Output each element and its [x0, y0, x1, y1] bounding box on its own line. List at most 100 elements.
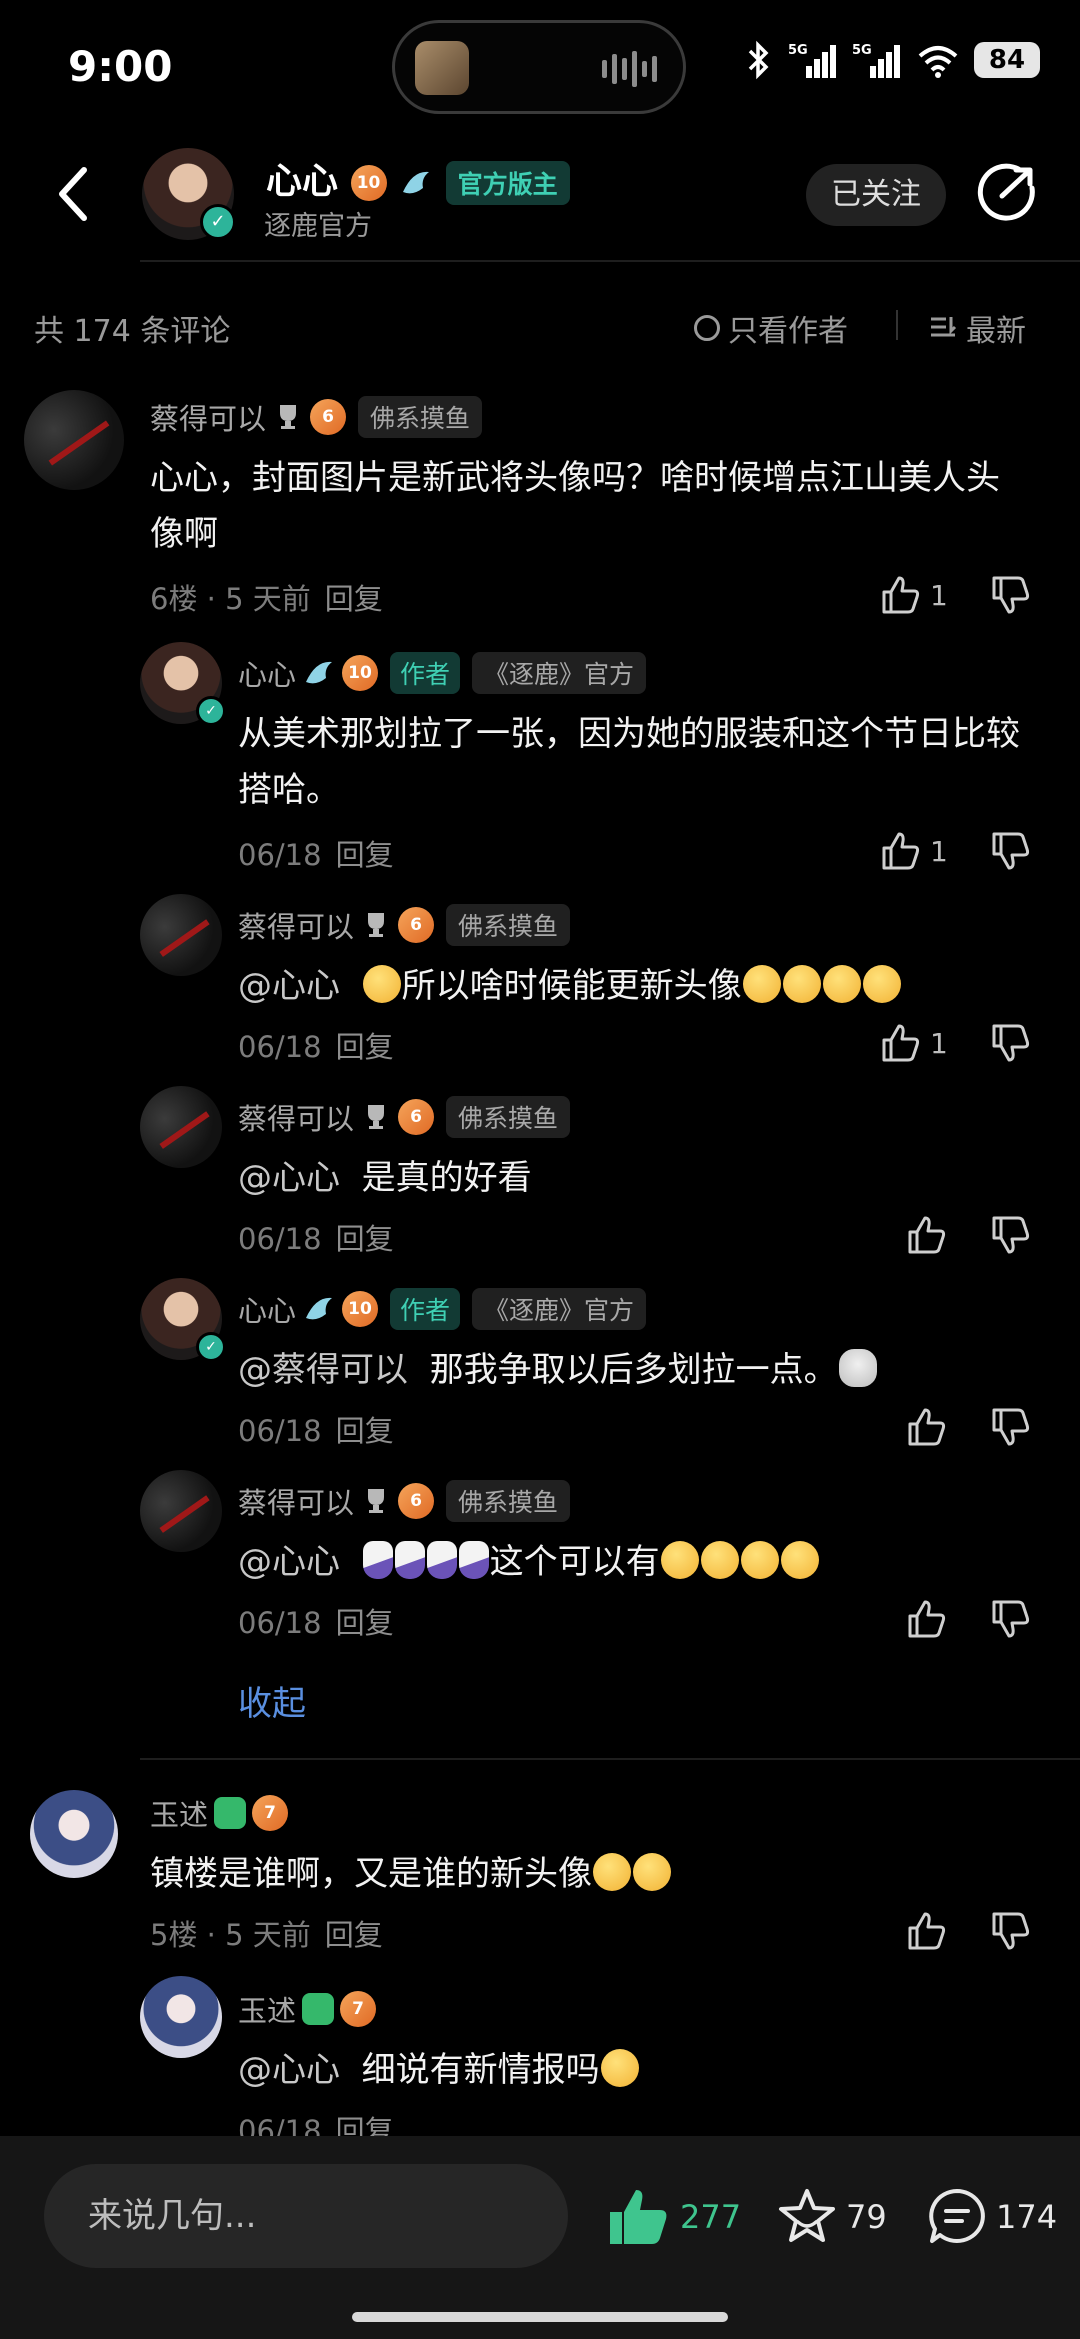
dynamic-island[interactable]: [392, 20, 686, 114]
comment-date: 06/18: [238, 1414, 322, 1448]
floor-time: 5楼 · 5 天前: [150, 1918, 311, 1952]
emoji-icon: [780, 1541, 819, 1579]
reply-button[interactable]: 回复: [336, 838, 394, 872]
home-indicator[interactable]: [352, 2312, 728, 2322]
mention[interactable]: @心心: [238, 966, 340, 1006]
like-count: 1: [930, 1026, 948, 1060]
bottle-emoji-icon: [426, 1541, 457, 1579]
user-tag: 《逐鹿》官方: [472, 1288, 647, 1330]
trophy-icon: [368, 913, 385, 937]
post-like-button[interactable]: 277: [606, 2186, 741, 2248]
like-icon[interactable]: [906, 1406, 948, 1448]
author-subtitle: 逐鹿官方: [264, 211, 372, 242]
author-name[interactable]: 心心: [266, 161, 338, 202]
comment-body: 细说有新情报吗: [361, 2050, 600, 2090]
reply-button[interactable]: 回复: [336, 1606, 394, 1640]
sort-icon: [931, 317, 957, 337]
avatar[interactable]: [140, 1976, 222, 2058]
favorite-button[interactable]: 79: [776, 2186, 887, 2248]
audio-wave-icon: [602, 49, 657, 89]
user-tag: 佛系摸鱼: [446, 904, 571, 946]
comment-text: @心心 细说有新情报吗: [238, 2042, 1038, 2098]
username[interactable]: 蔡得可以: [150, 396, 266, 438]
bottle-emoji-icon: [362, 1541, 393, 1579]
mention[interactable]: @心心: [238, 2050, 340, 2090]
sort-toggle[interactable]: 最新: [928, 306, 1026, 350]
only-author-toggle[interactable]: 只看作者: [694, 306, 848, 350]
like-button[interactable]: 1: [880, 574, 948, 616]
username[interactable]: 蔡得可以: [238, 1480, 354, 1522]
username[interactable]: 心心: [238, 1288, 296, 1330]
dislike-icon[interactable]: [990, 1406, 1032, 1448]
mention[interactable]: @心心: [238, 1158, 340, 1198]
mention[interactable]: @心心: [238, 1542, 340, 1582]
dislike-icon[interactable]: [990, 574, 1032, 616]
username[interactable]: 蔡得可以: [238, 904, 354, 946]
username-row: 蔡得可以 6 佛系摸鱼: [238, 1096, 571, 1138]
mention[interactable]: @蔡得可以: [238, 1350, 408, 1390]
reply-button[interactable]: 回复: [325, 582, 383, 616]
comment-input[interactable]: 来说几句...: [44, 2164, 568, 2268]
like-icon[interactable]: [906, 1910, 948, 1952]
author-tag: 作者: [390, 1288, 461, 1330]
like-icon[interactable]: [906, 1598, 948, 1640]
user-tag: 佛系摸鱼: [446, 1480, 571, 1522]
comment-body: 那我争取以后多划拉一点。: [429, 1350, 838, 1390]
comment-text: 镇楼是谁啊，又是谁的新头像: [150, 1846, 1030, 1902]
level-badge: 10: [342, 1291, 379, 1327]
like-icon[interactable]: [906, 1214, 948, 1256]
username[interactable]: 心心: [238, 652, 296, 694]
comment-meta: 5楼 · 5 天前 回复: [150, 1912, 383, 1954]
media-thumbnail: [415, 41, 469, 95]
avatar[interactable]: [24, 390, 124, 490]
thinking-emoji-icon: [633, 1853, 671, 1891]
dislike-icon[interactable]: [990, 1598, 1032, 1640]
dislike-icon[interactable]: [990, 1910, 1032, 1952]
bluetooth-icon: [748, 40, 769, 80]
avatar[interactable]: [30, 1790, 118, 1878]
username[interactable]: 玉述: [238, 1988, 296, 2030]
reply-button[interactable]: 回复: [325, 1918, 383, 1952]
dislike-icon[interactable]: [990, 830, 1032, 872]
avatar[interactable]: [140, 1086, 222, 1168]
follow-button[interactable]: 已关注: [806, 164, 946, 226]
like-button[interactable]: 1: [880, 1022, 948, 1064]
reply-button[interactable]: 回复: [336, 1414, 394, 1448]
like-count: 1: [930, 834, 948, 868]
comment-button[interactable]: 174: [926, 2186, 1057, 2248]
username-row: 蔡得可以 6 佛系摸鱼: [238, 904, 571, 946]
reply-button[interactable]: 回复: [336, 1222, 394, 1256]
author-name-row[interactable]: 心心 10 官方版主: [266, 152, 570, 205]
author-tag: 作者: [390, 652, 461, 694]
username[interactable]: 蔡得可以: [238, 1096, 354, 1138]
collapse-replies-button[interactable]: 收起: [238, 1676, 306, 1725]
like-button[interactable]: 1: [880, 830, 948, 872]
svg-text:5G: 5G: [852, 43, 872, 58]
bottle-emoji-icon: [394, 1541, 425, 1579]
level-badge: 6: [398, 1483, 435, 1519]
comment-body: 镇楼是谁啊，又是谁的新头像: [150, 1854, 592, 1894]
avatar[interactable]: [140, 1470, 222, 1552]
dislike-icon[interactable]: [990, 1022, 1032, 1064]
emoji-icon: [742, 965, 781, 1003]
comment-icon: [929, 2189, 985, 2243]
comment-text: 心心，封面图片是新武将头像吗？啥时候增点江山美人头像啊: [150, 458, 1000, 554]
sort-divider: [896, 310, 898, 340]
dislike-icon[interactable]: [990, 1214, 1032, 1256]
avatar[interactable]: [140, 894, 222, 976]
username-row: 心心 10 作者 《逐鹿》官方: [238, 1288, 647, 1330]
username-row: 心心 10 作者 《逐鹿》官方: [238, 652, 647, 694]
comment-meta: 06/18 回复: [238, 1408, 394, 1450]
bird-icon: [306, 1297, 333, 1320]
reply-button[interactable]: 回复: [336, 1030, 394, 1064]
comment-date: 06/18: [238, 1030, 322, 1064]
green-badge-icon: [302, 1993, 335, 2025]
emoji-icon: [600, 2049, 639, 2087]
user-tag: 佛系摸鱼: [446, 1096, 571, 1138]
level-badge: 6: [398, 907, 435, 943]
favorite-count: 79: [846, 2198, 887, 2236]
share-icon[interactable]: [976, 162, 1038, 224]
back-icon[interactable]: [50, 164, 100, 224]
username[interactable]: 玉述: [150, 1792, 208, 1834]
level-badge: 6: [398, 1099, 435, 1135]
